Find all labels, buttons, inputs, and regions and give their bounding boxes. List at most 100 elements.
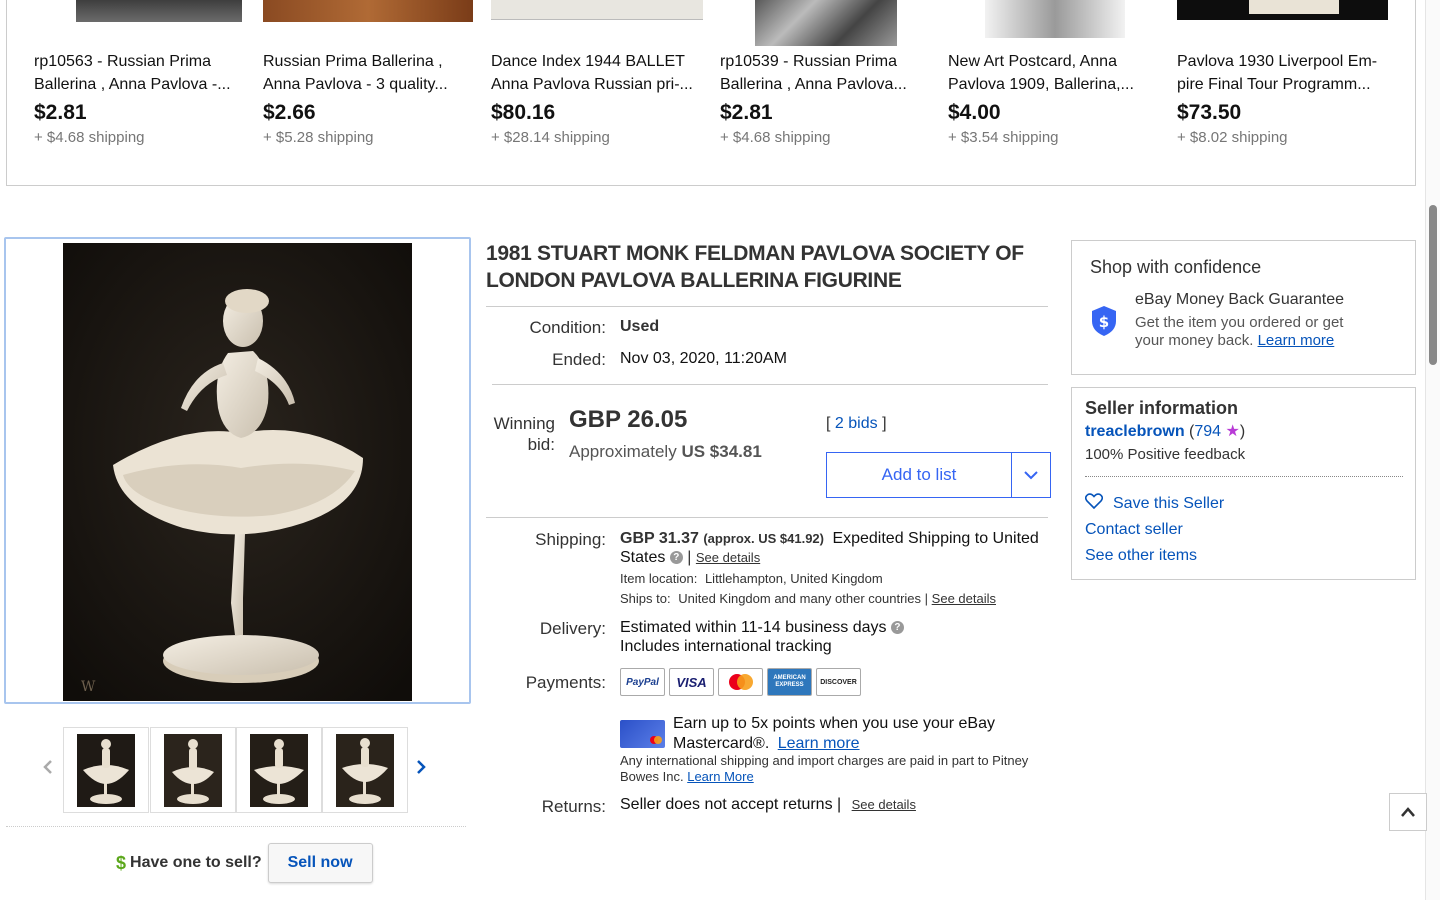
related-item-shipping: + $4.68 shipping	[720, 129, 831, 146]
sell-now-button[interactable]: Sell now	[267, 843, 373, 883]
intl-charges-note: Any international shipping and import ch…	[620, 753, 1050, 785]
related-item-title-line[interactable]: Pavlova 1930 Liverpool Em-	[1177, 50, 1392, 73]
related-item-card[interactable]: rp10539 - Russian Prima Ballerina , Anna…	[720, 0, 932, 146]
related-item-card[interactable]: New Art Postcard, Anna Pavlova 1909, Bal…	[948, 0, 1160, 146]
main-product-image[interactable]: W	[63, 243, 412, 701]
related-items-carousel: rp10563 - Russian Prima Ballerina , Anna…	[6, 0, 1416, 186]
related-item-title[interactable]: rp10563 - Russian Prima Ballerina , Anna…	[34, 50, 249, 96]
contact-seller-link[interactable]: Contact seller	[1085, 521, 1183, 539]
discover-icon: DISCOVER	[816, 668, 861, 696]
related-item-card[interactable]: rp10563 - Russian Prima Ballerina , Anna…	[34, 0, 246, 146]
related-item-title-line[interactable]: Ballerina , Anna Pavlova -...	[34, 73, 249, 96]
mastercard-icon	[718, 668, 763, 696]
related-item-image[interactable]	[1177, 0, 1388, 20]
scrollbar-thumb[interactable]	[1429, 205, 1437, 365]
related-item-title-line[interactable]: Dance Index 1944 BALLET	[491, 50, 706, 73]
card-logo	[650, 736, 662, 744]
thumbnail-2[interactable]	[150, 727, 236, 813]
thumbnail-1[interactable]	[63, 727, 149, 813]
see-other-items-link[interactable]: See other items	[1085, 547, 1197, 565]
ended-value: Nov 03, 2020, 11:20AM	[620, 350, 787, 367]
program-photo	[1249, 0, 1339, 14]
related-item-image[interactable]	[491, 0, 703, 20]
related-item-card[interactable]: Dance Index 1944 BALLET Anna Pavlova Rus…	[491, 0, 703, 146]
related-item-card[interactable]: Pavlova 1930 Liverpool Em- pire Final To…	[1177, 0, 1389, 146]
shield-icon: $	[1090, 305, 1118, 342]
related-item-title-line[interactable]: rp10539 - Russian Prima	[720, 50, 935, 73]
divider	[492, 384, 1048, 385]
item-location-value: Littlehampton, United Kingdom	[704, 571, 883, 586]
related-item-title-line[interactable]: rp10563 - Russian Prima	[34, 50, 249, 73]
chevron-right-icon[interactable]	[415, 755, 427, 781]
thumbnail-image	[77, 734, 135, 807]
add-to-list-button[interactable]: Add to list	[827, 453, 1011, 497]
shipping-see-details-link[interactable]: See details	[696, 550, 760, 565]
ships-to-see-details-link[interactable]: See details	[932, 591, 996, 606]
guarantee-text-line-2: your money back. Learn more	[1135, 332, 1343, 350]
divider	[6, 826, 466, 827]
related-item-shipping: + $3.54 shipping	[948, 129, 1059, 146]
shipping-method-continued: States	[620, 549, 666, 566]
seller-name-link[interactable]: treaclebrown	[1085, 423, 1185, 440]
separator: |	[837, 796, 842, 813]
promo-line-2: Mastercard®. Learn more	[673, 734, 1053, 754]
help-icon[interactable]: ?	[890, 621, 904, 635]
item-title-line: LONDON PAVLOVA BALLERINA FIGURINE	[486, 269, 902, 292]
chevron-down-icon[interactable]	[1011, 453, 1050, 497]
related-item-title-line[interactable]: Anna Pavlova - 3 quality...	[263, 73, 478, 96]
thumbnail-4[interactable]	[322, 727, 408, 813]
thumbnail-figurine	[250, 734, 308, 807]
thumbnail-figurine	[336, 734, 394, 807]
related-item-image[interactable]	[755, 0, 897, 46]
winning-bid-label: Winning bid:	[494, 413, 555, 455]
related-item-shipping: + $5.28 shipping	[263, 129, 374, 146]
vertical-scrollbar[interactable]	[1425, 0, 1440, 900]
returns-value: Seller does not accept returns	[620, 796, 833, 813]
approx-value: US $34.81	[681, 442, 762, 461]
approx-price: Approximately US $34.81	[569, 442, 762, 462]
related-item-title-line[interactable]: New Art Postcard, Anna	[948, 50, 1163, 73]
thumbnail-3[interactable]	[236, 727, 322, 813]
mastercard-promo: Earn up to 5x points when you use your e…	[673, 714, 1053, 754]
bids-link[interactable]: 2 bids	[835, 415, 878, 432]
related-item-title-line[interactable]: pire Final Tour Programm...	[1177, 73, 1392, 96]
guarantee-text: Get the item you ordered or get your mon…	[1135, 314, 1343, 350]
returns-see-details-link[interactable]: See details	[852, 797, 916, 812]
save-seller-button[interactable]: Save this Seller	[1084, 493, 1224, 514]
intl-learn-more-link[interactable]: Learn More	[687, 769, 753, 784]
related-item-title-line[interactable]: Anna Pavlova Russian pri-...	[491, 73, 706, 96]
help-icon[interactable]: ?	[669, 551, 683, 565]
chevron-left-icon[interactable]	[42, 755, 54, 781]
paypal-icon: PayPal	[620, 668, 665, 696]
related-item-title[interactable]: Pavlova 1930 Liverpool Em- pire Final To…	[1177, 50, 1392, 96]
seller-information-panel: Seller information treaclebrown (794 ★) …	[1071, 387, 1416, 580]
related-item-title[interactable]: Russian Prima Ballerina , Anna Pavlova -…	[263, 50, 478, 96]
related-item-title-line[interactable]: Russian Prima Ballerina ,	[263, 50, 478, 73]
chevron-left-svg	[43, 760, 52, 774]
guarantee-learn-more-link[interactable]: Learn more	[1258, 332, 1335, 349]
chevron-up-icon	[1401, 807, 1415, 817]
winning-bid-price: GBP 26.05	[569, 406, 688, 433]
item-location: Item location: Littlehampton, United Kin…	[620, 571, 883, 586]
approx-prefix: Approximately	[569, 442, 677, 461]
winning-bid-label-line: bid:	[527, 435, 555, 454]
promo-learn-more-link[interactable]: Learn more	[778, 735, 860, 752]
intl-note-line: Any international shipping and import ch…	[620, 753, 1029, 768]
shipping-approx: (approx. US $41.92)	[703, 531, 824, 546]
shield-svg: $	[1092, 306, 1116, 336]
main-image-frame[interactable]: W	[4, 237, 471, 704]
ships-to-label: Ships to:	[620, 591, 671, 606]
related-item-title[interactable]: New Art Postcard, Anna Pavlova 1909, Bal…	[948, 50, 1163, 96]
guarantee-title: eBay Money Back Guarantee	[1135, 291, 1345, 308]
seller-feedback-score[interactable]: 794	[1194, 423, 1221, 440]
related-item-title[interactable]: Dance Index 1944 BALLET Anna Pavlova Rus…	[491, 50, 706, 96]
related-item-title[interactable]: rp10539 - Russian Prima Ballerina , Anna…	[720, 50, 935, 96]
related-item-image[interactable]	[985, 0, 1125, 38]
related-item-image[interactable]	[263, 0, 473, 22]
related-item-title-line[interactable]: Pavlova 1909, Ballerina,...	[948, 73, 1163, 96]
related-item-card[interactable]: Russian Prima Ballerina , Anna Pavlova -…	[263, 0, 475, 146]
back-to-top-button[interactable]	[1389, 793, 1427, 831]
related-item-image[interactable]	[76, 0, 242, 22]
related-item-title-line[interactable]: Ballerina , Anna Pavlova...	[720, 73, 935, 96]
add-to-list-control: Add to list	[826, 452, 1051, 498]
